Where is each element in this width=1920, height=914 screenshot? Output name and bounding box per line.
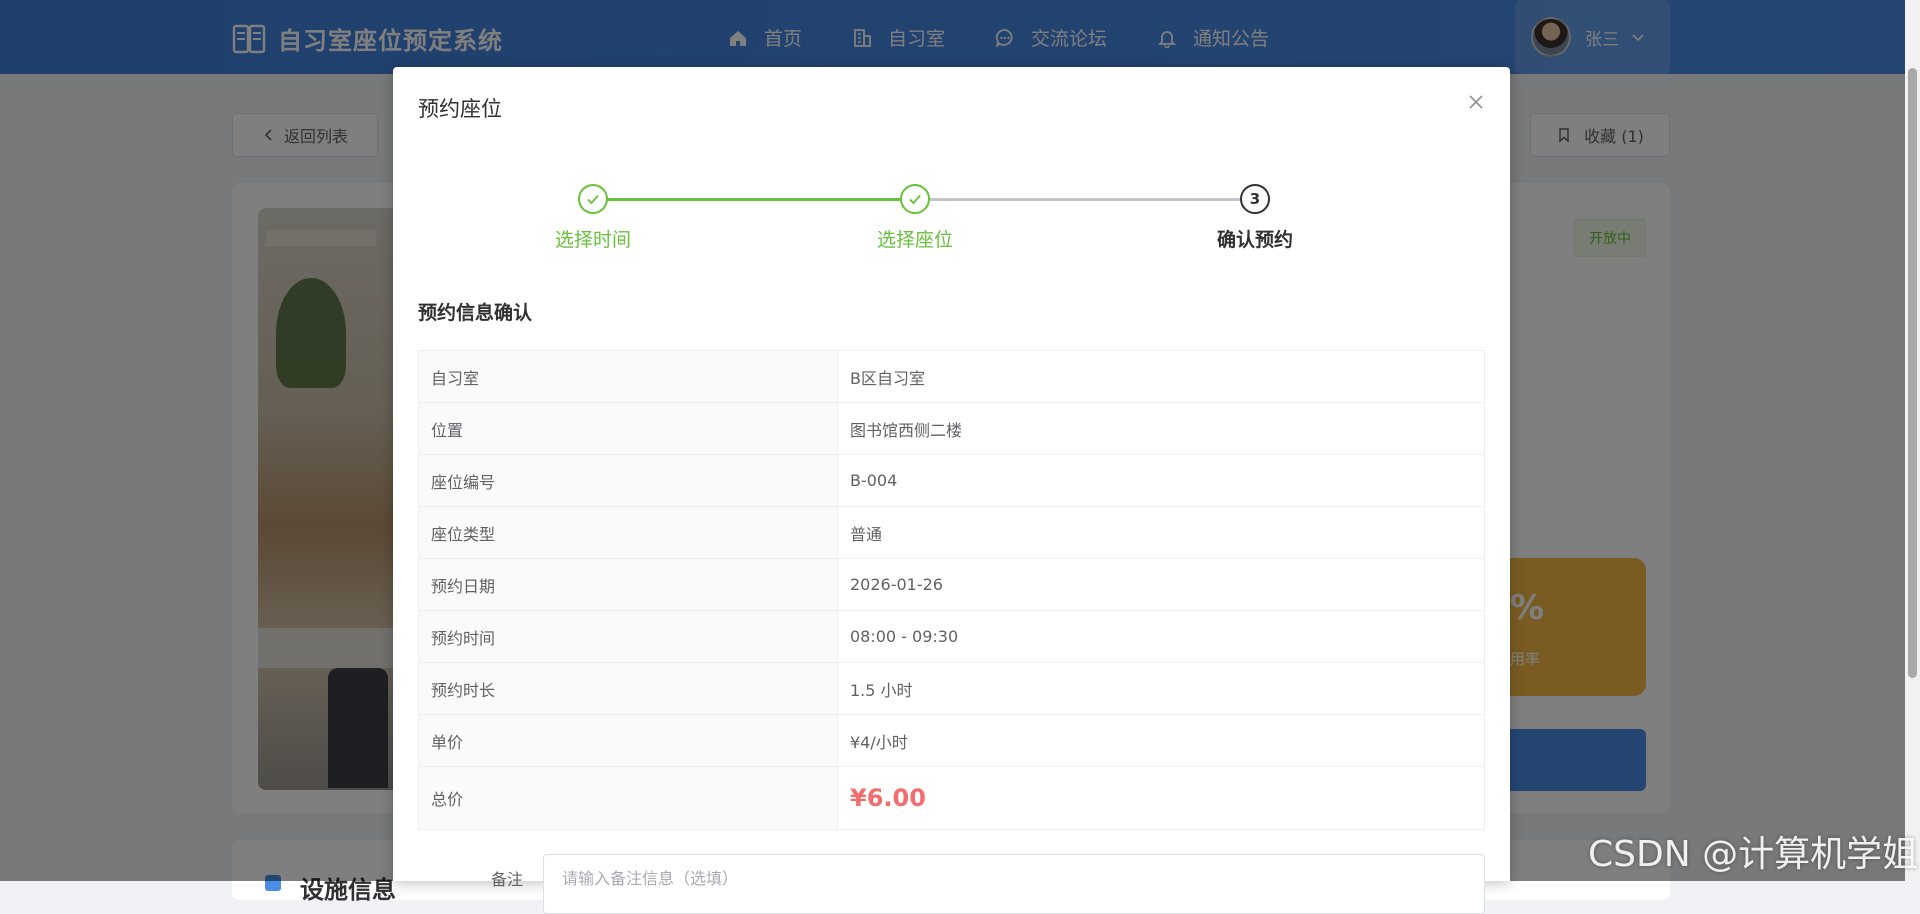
row-key: 位置 — [418, 402, 838, 455]
reservation-dialog: 预约座位 3 选择时间 选择座位 确认预约 预约信息确认 自习室 B区自习室 位… — [393, 67, 1510, 914]
step-2-label: 选择座位 — [876, 229, 953, 251]
row-value: 08:00 - 09:30 — [837, 610, 1485, 663]
row-key: 预约时长 — [418, 662, 838, 715]
check-icon — [587, 194, 599, 205]
row-key: 预约日期 — [418, 558, 838, 611]
row-key: 单价 — [418, 714, 838, 767]
remark-label: 备注 — [491, 870, 524, 889]
scrollbar-thumb[interactable] — [1908, 68, 1917, 678]
row-key: 座位编号 — [418, 454, 838, 507]
step-3-circle: 3 — [1240, 184, 1270, 214]
total-row: 总价 ¥6.00 — [418, 766, 1485, 830]
step-3-label: 确认预约 — [1216, 229, 1293, 251]
check-icon — [909, 194, 921, 205]
row-value: B区自习室 — [837, 350, 1485, 403]
row-key: 座位类型 — [418, 506, 838, 559]
table-row: 预约日期 2026-01-26 — [418, 558, 1485, 611]
remark-input[interactable] — [543, 854, 1485, 914]
step-connector-done — [606, 198, 900, 201]
row-value: 1.5 小时 — [837, 662, 1485, 715]
confirm-section-title: 预约信息确认 — [418, 302, 533, 324]
close-icon[interactable] — [1465, 91, 1487, 113]
watermark: CSDN @计算机学姐 — [1588, 834, 1919, 875]
step-1-label: 选择时间 — [554, 229, 631, 251]
row-value: 普通 — [837, 506, 1485, 559]
table-row: 座位类型 普通 — [418, 506, 1485, 559]
total-price: ¥6.00 — [850, 784, 926, 812]
step-2-circle — [900, 184, 930, 214]
row-value: 2026-01-26 — [837, 558, 1485, 611]
step-connector-pending — [930, 198, 1240, 201]
table-row: 位置 图书馆西侧二楼 — [418, 402, 1485, 455]
row-key: 自习室 — [418, 350, 838, 403]
step-1-circle — [578, 184, 608, 214]
table-row: 预约时长 1.5 小时 — [418, 662, 1485, 715]
table-row: 自习室 B区自习室 — [418, 350, 1485, 403]
row-value: ¥4/小时 — [837, 714, 1485, 767]
table-row: 单价 ¥4/小时 — [418, 714, 1485, 767]
reservation-info-table: 自习室 B区自习室 位置 图书馆西侧二楼 座位编号 B-004 座位类型 普通 … — [418, 350, 1485, 830]
total-key: 总价 — [418, 766, 838, 830]
row-value: 图书馆西侧二楼 — [837, 402, 1485, 455]
row-value: B-004 — [837, 454, 1485, 507]
page-scrollbar[interactable] — [1905, 0, 1920, 881]
total-value-cell: ¥6.00 — [837, 766, 1485, 830]
dialog-title: 预约座位 — [418, 97, 502, 121]
table-row: 预约时间 08:00 - 09:30 — [418, 610, 1485, 663]
row-key: 预约时间 — [418, 610, 838, 663]
table-row: 座位编号 B-004 — [418, 454, 1485, 507]
